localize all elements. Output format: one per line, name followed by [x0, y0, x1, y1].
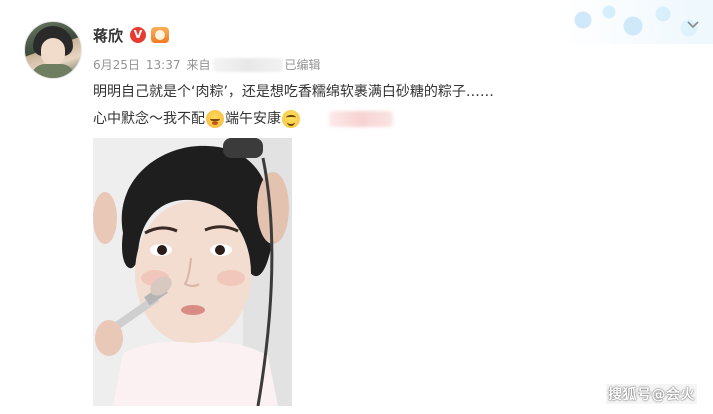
smile-face-emoji-icon	[282, 110, 300, 128]
watermark: 搜狐号@会火	[606, 384, 697, 404]
post-text-part-1: 心中默念～我不配	[93, 111, 205, 127]
avatar-shirt	[31, 64, 75, 78]
post-header: 蒋欣 V	[93, 24, 170, 46]
sad-face-emoji-icon	[206, 110, 224, 128]
post-source-prefix: 来自	[186, 58, 211, 72]
verified-v-icon[interactable]: V	[130, 27, 147, 43]
username[interactable]: 蒋欣	[93, 25, 123, 46]
avatar[interactable]	[24, 21, 82, 79]
edited-label[interactable]: 已编辑	[285, 56, 321, 73]
blurred-source	[212, 57, 283, 72]
member-crown-icon[interactable]	[151, 27, 170, 43]
chevron-down-icon[interactable]	[685, 16, 701, 32]
post-text-part-2: 端午安康	[225, 111, 281, 127]
post-time: 13:37	[145, 57, 181, 72]
blurred-text	[329, 111, 393, 127]
post-text-line-2: 心中默念～我不配 端午安康	[93, 109, 393, 129]
post-meta: 6月25日 13:37 来自 已编辑	[93, 56, 321, 73]
weibo-post: 蒋欣 V 6月25日 13:37 来自 已编辑 明明自己就是个‘肉粽’，还是想吃…	[0, 0, 713, 414]
post-text-line-1: 明明自己就是个‘肉粽’，还是想吃香糯绵软裹满白砂糖的粽子……	[93, 84, 494, 100]
post-date[interactable]: 6月25日	[93, 56, 140, 73]
avatar-face	[41, 38, 65, 66]
post-photo[interactable]	[93, 138, 292, 406]
